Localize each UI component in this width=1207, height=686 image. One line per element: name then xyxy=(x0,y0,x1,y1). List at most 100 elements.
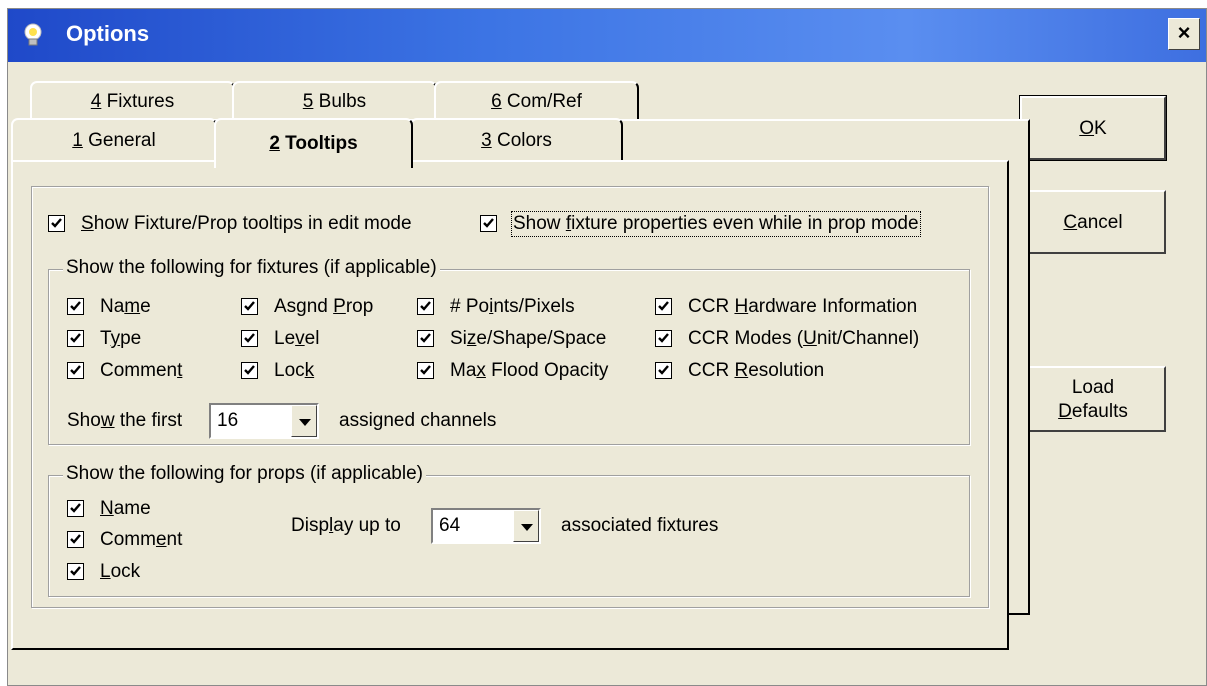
checkbox-label: Comment xyxy=(100,360,182,382)
checkbox-box[interactable] xyxy=(67,563,84,580)
checkbox-box[interactable] xyxy=(655,330,672,347)
options-dialog: Options × 4 Fixtures 5 Bulbs 6 Com/Ref 1… xyxy=(7,8,1207,686)
label-mnemonic: C xyxy=(1063,212,1078,233)
label-post: rop xyxy=(345,296,374,317)
show-first-label: Show the first xyxy=(67,410,182,432)
label-mnemonic: U xyxy=(803,328,817,349)
label-pre: Loc xyxy=(274,360,305,381)
checkbox-box[interactable] xyxy=(241,362,258,379)
tooltips-frame: Show Fixture/Prop tooltips in edit mode … xyxy=(31,186,989,608)
label-pre: # Po xyxy=(450,296,490,317)
checkmark-icon xyxy=(244,301,255,311)
label-post: efaults xyxy=(1071,401,1128,422)
lightbulb-icon xyxy=(24,23,42,46)
checkbox-box[interactable] xyxy=(67,330,84,347)
checkmark-icon xyxy=(51,218,62,228)
checkmark-icon xyxy=(70,333,81,343)
tab-colors[interactable]: 3 Colors xyxy=(410,118,623,162)
ok-button[interactable]: OK xyxy=(1019,95,1167,161)
channels-count-value: 16 xyxy=(217,410,239,431)
label-mnemonic: v xyxy=(295,328,305,349)
label-post: ancel xyxy=(1077,212,1123,233)
checkbox-box[interactable] xyxy=(655,298,672,315)
checkbox-box[interactable] xyxy=(241,330,258,347)
checkbox-label: Show fixture properties even while in pr… xyxy=(511,211,921,237)
label-post: nit/Channel) xyxy=(816,328,920,349)
label-post: ame xyxy=(113,498,151,519)
label-mnemonic: t xyxy=(177,360,183,381)
checkbox-box[interactable] xyxy=(67,500,84,517)
tab-com-ref[interactable]: 6 Com/Ref xyxy=(434,81,639,121)
label-pre: T xyxy=(100,328,111,349)
label-mnemonic: e xyxy=(155,529,167,550)
load-defaults-button[interactable]: Load Defaults xyxy=(1020,366,1166,432)
checkbox-label: Name xyxy=(100,498,151,520)
checkbox-box[interactable] xyxy=(241,298,258,315)
label-mnemonic: H xyxy=(734,296,749,317)
label-post: the first xyxy=(114,410,183,431)
chevron-down-icon xyxy=(521,524,533,531)
tab-bulbs[interactable]: 5 Bulbs xyxy=(232,81,437,121)
label-pre: CCR xyxy=(688,296,735,317)
label-post: e/Shape/Space xyxy=(476,328,607,349)
checkmark-icon xyxy=(244,333,255,343)
window-title: Options xyxy=(66,21,150,46)
checkbox-box[interactable] xyxy=(417,298,434,315)
associated-fixtures-dropdown[interactable]: 64 xyxy=(431,508,541,544)
tab-tooltips[interactable]: 2 Tooltips xyxy=(214,118,413,168)
channels-count-dropdown[interactable]: 16 xyxy=(209,403,319,439)
associated-fixtures-value: 64 xyxy=(439,515,461,536)
tab-label-mnemonic: 6 xyxy=(491,91,502,112)
close-button[interactable]: × xyxy=(1168,18,1200,50)
cancel-button[interactable]: Cancel xyxy=(1020,190,1166,254)
checkbox-box[interactable] xyxy=(67,362,84,379)
display-up-to-label: Display up to xyxy=(291,515,401,537)
checkmark-icon xyxy=(70,365,81,375)
checkmark-icon xyxy=(658,333,669,343)
label-mnemonic: P xyxy=(333,296,346,317)
dropdown-arrow-button[interactable] xyxy=(513,510,539,542)
checkmark-icon xyxy=(420,333,431,343)
label-pre: Asgnd xyxy=(274,296,334,317)
checkmark-icon xyxy=(70,301,81,311)
dropdown-arrow-button[interactable] xyxy=(291,405,317,437)
tab-label: Fixtures xyxy=(101,91,175,112)
props-group-title: Show the following for props (if applica… xyxy=(63,463,426,485)
label-pre: CCR Modes ( xyxy=(688,328,804,349)
label-mnemonic: w xyxy=(100,410,115,431)
label-post: esolution xyxy=(748,360,825,381)
checkbox-label: # Points/Pixels xyxy=(450,296,575,318)
label-mnemonic: x xyxy=(476,360,486,381)
checkbox-box[interactable] xyxy=(67,298,84,315)
checkmark-icon xyxy=(420,365,431,375)
checkbox-box[interactable] xyxy=(417,362,434,379)
label-post: ock xyxy=(110,561,141,582)
tab-label-mnemonic: 5 xyxy=(302,91,314,112)
checkbox-box[interactable] xyxy=(48,215,65,232)
label-pre: Ma xyxy=(450,360,477,381)
checkbox-label: Type xyxy=(100,328,141,350)
checkbox-box[interactable] xyxy=(655,362,672,379)
tab-label-mnemonic: 4 xyxy=(90,91,102,112)
label-mnemonic: y xyxy=(110,328,121,349)
tab-general[interactable]: 1 General xyxy=(11,118,217,162)
label-pre: Si xyxy=(450,328,467,349)
label-post: ardware Information xyxy=(748,296,918,317)
tab-label: General xyxy=(82,130,156,151)
title-bar[interactable]: Options × xyxy=(8,9,1206,62)
checkbox-box[interactable] xyxy=(67,531,84,548)
checkbox-box[interactable] xyxy=(417,330,434,347)
label-post: nts/Pixels xyxy=(493,296,575,317)
checkmark-icon xyxy=(70,566,81,576)
checkbox-box[interactable] xyxy=(480,215,497,232)
checkbox-label: Asgnd Prop xyxy=(274,296,373,318)
assigned-channels-label: assigned channels xyxy=(339,410,497,431)
tab-fixtures[interactable]: 4 Fixtures xyxy=(30,81,235,121)
checkmark-icon xyxy=(658,301,669,311)
checkbox-label: CCR Hardware Information xyxy=(688,296,917,318)
checkmark-icon xyxy=(483,218,494,228)
label-pre: CCR xyxy=(688,360,735,381)
checkmark-icon xyxy=(420,301,431,311)
label-post: ixture properties even while in prop mod… xyxy=(571,213,919,234)
label-mnemonic: N xyxy=(100,498,114,519)
